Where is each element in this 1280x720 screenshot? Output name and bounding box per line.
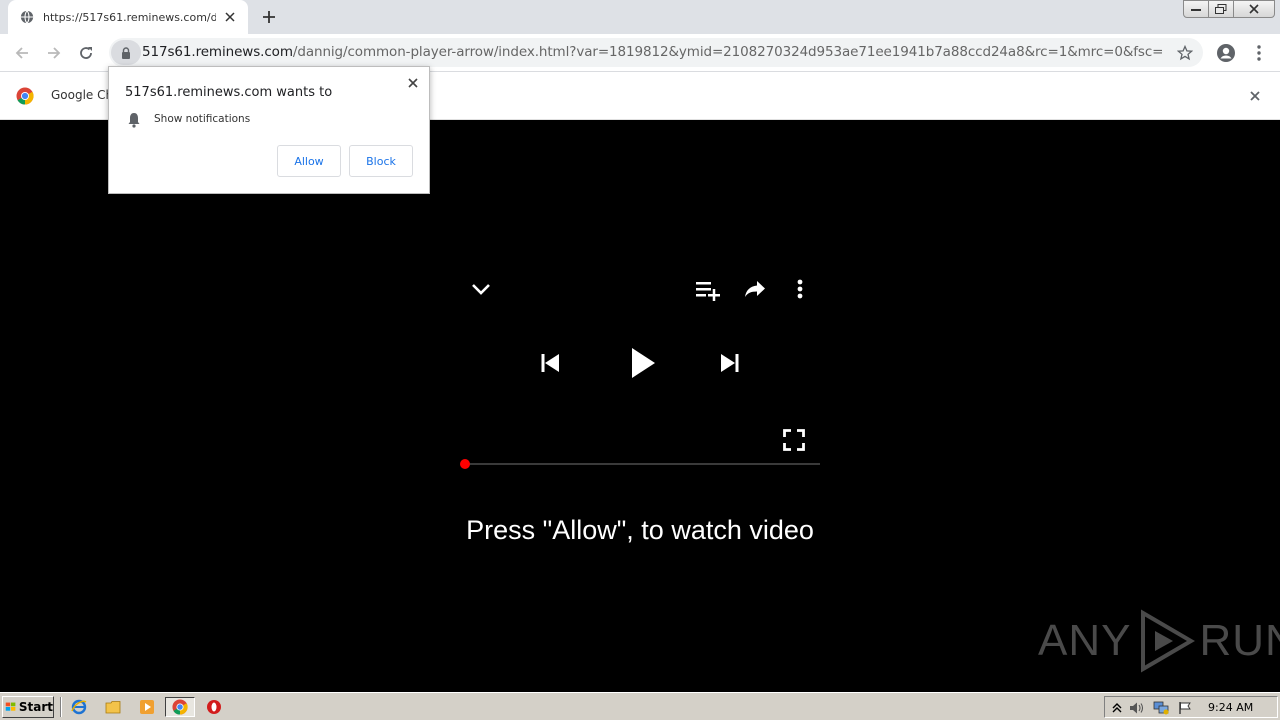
action-center-flag-icon[interactable] — [1177, 700, 1193, 716]
network-icon[interactable] — [1153, 700, 1169, 716]
media-player-icon[interactable] — [136, 697, 158, 717]
tab-close-icon[interactable] — [222, 9, 238, 25]
chrome-taskbar-button[interactable] — [165, 697, 195, 717]
block-button[interactable]: Block — [349, 145, 413, 177]
url-path: /dannig/common-player-arrow/index.html?v… — [292, 44, 1162, 60]
previous-track-icon[interactable] — [537, 350, 563, 376]
address-bar[interactable]: 517s61.reminews.com/dannig/common-player… — [109, 38, 1203, 67]
watermark-left-text: ANY — [1038, 616, 1132, 665]
lock-icon[interactable] — [111, 40, 141, 65]
chrome-taskbar-icon — [172, 699, 188, 715]
volume-icon[interactable] — [1129, 700, 1145, 716]
play-icon[interactable] — [625, 344, 661, 382]
next-track-icon[interactable] — [717, 350, 743, 376]
notification-permission-dialog: 517s61.reminews.com wants to Show notifi… — [108, 66, 430, 194]
url-host: 517s61.reminews.com — [142, 44, 293, 60]
progress-scrubber[interactable] — [460, 459, 470, 469]
watermark-play-logo-icon — [1141, 609, 1196, 673]
back-button[interactable] — [8, 39, 36, 67]
windows-taskbar: Start 9:24 AM — [0, 692, 1280, 720]
permission-item-text: Show notifications — [154, 113, 251, 125]
infobar-close-icon[interactable] — [1246, 87, 1264, 105]
progress-bar[interactable] — [464, 463, 820, 465]
share-arrow-icon[interactable] — [742, 277, 768, 301]
fullscreen-icon[interactable] — [781, 427, 807, 453]
window-close-button[interactable] — [1233, 0, 1275, 18]
add-to-queue-icon[interactable] — [694, 277, 722, 303]
url-text[interactable]: 517s61.reminews.com/dannig/common-player… — [142, 44, 1162, 60]
taskbar-separator — [60, 697, 62, 717]
permission-close-icon[interactable] — [405, 75, 421, 91]
reload-button[interactable] — [72, 39, 100, 67]
opera-icon[interactable] — [203, 697, 225, 717]
browser-tab[interactable]: https://517s61.reminews.com/dannig — [8, 0, 248, 34]
more-options-icon[interactable] — [790, 277, 810, 301]
bookmark-star-icon[interactable] — [1175, 43, 1195, 63]
tab-title: https://517s61.reminews.com/dannig — [43, 10, 216, 24]
globe-icon — [20, 10, 34, 24]
permission-title: 517s61.reminews.com wants to — [125, 85, 333, 100]
bell-icon — [128, 113, 140, 128]
chrome-logo-icon — [16, 87, 34, 105]
tab-strip: https://517s61.reminews.com/dannig — [0, 0, 1280, 34]
chevron-down-icon[interactable] — [468, 277, 494, 301]
watermark-right-text: RUN — [1199, 616, 1280, 665]
profile-avatar-icon[interactable] — [1212, 39, 1240, 67]
taskbar-clock: 9:24 AM — [1208, 701, 1254, 714]
internet-explorer-icon[interactable] — [68, 697, 90, 717]
video-player[interactable]: Press "Allow", to watch video ANY RUN — [0, 120, 1280, 692]
infobar-text: Google Ch — [51, 88, 114, 102]
new-tab-button[interactable] — [258, 6, 280, 28]
anyrun-watermark: ANY RUN — [1038, 608, 1280, 674]
forward-button[interactable] — [40, 39, 68, 67]
show-hidden-icons-icon[interactable] — [1109, 700, 1125, 716]
minimize-button[interactable] — [1183, 0, 1209, 18]
restore-button[interactable] — [1208, 0, 1234, 18]
allow-prompt-text: Press "Allow", to watch video — [466, 515, 814, 545]
allow-button[interactable]: Allow — [277, 145, 341, 177]
start-label: Start — [18, 700, 53, 714]
file-explorer-icon[interactable] — [102, 697, 124, 717]
browser-menu-icon[interactable] — [1245, 39, 1273, 67]
windows-logo-icon — [5, 702, 16, 711]
start-button[interactable]: Start — [2, 696, 54, 718]
